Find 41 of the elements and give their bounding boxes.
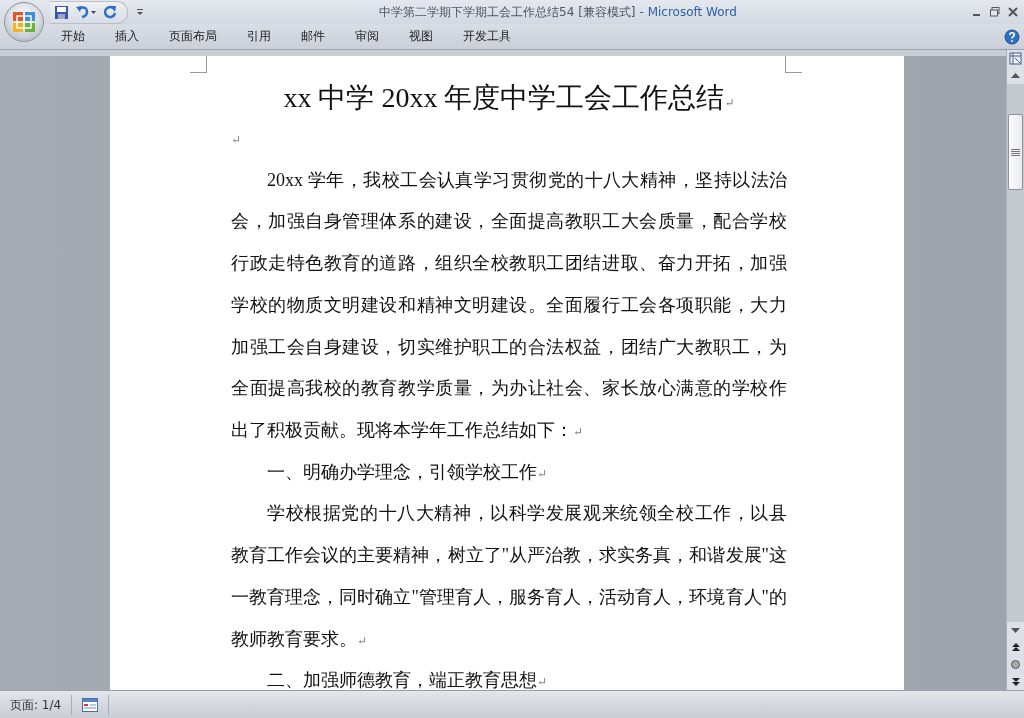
ribbon-tab[interactable]: 页面布局 bbox=[156, 24, 230, 50]
ribbon-tab[interactable]: 视图 bbox=[396, 24, 446, 50]
next-page-button[interactable] bbox=[1007, 673, 1024, 691]
window-title: 中学第二学期下学期工会工作总结54 [兼容模式] bbox=[379, 4, 636, 19]
office-button[interactable] bbox=[4, 2, 44, 42]
paragraph-mark: ↵ bbox=[231, 132, 243, 150]
customize-menu-icon[interactable] bbox=[136, 8, 144, 17]
ribbon-tab[interactable]: 邮件 bbox=[288, 24, 338, 50]
document-title: xx 中学 20xx 年度中学工会工作总结↵ bbox=[282, 81, 736, 116]
office-logo-icon bbox=[12, 10, 36, 34]
body-paragraph: 20xx 学年，我校工会认真学习贯彻党的十八大精神，坚持以法治会，加强自身管理体系的建设，全面提高教职工大会质量，配合学校行政走特色教育的道路，组织全校教职工团结进取、奋力开拓，加强学校的物质文明建设和精神文明建设。全面履行工会各项职能，大力加强工会自身建设，切实维护职工的合法权益，团结广大教职工，为全面提高我校的教育教学质量，为办让社会、家长放心满意的学校作出了积极贡献。现将本学年工作总结如下：↵ bbox=[231, 168, 787, 442]
page-count[interactable]: 页面: 1/4 bbox=[0, 694, 73, 715]
ruler-toggle-button[interactable] bbox=[1007, 50, 1024, 68]
close-icon[interactable] bbox=[1008, 7, 1018, 18]
grip-icon bbox=[1011, 148, 1020, 156]
ribbon-tab[interactable]: 开始 bbox=[48, 24, 98, 50]
proofing-icon[interactable] bbox=[82, 697, 99, 712]
scroll-up-button[interactable] bbox=[1007, 67, 1024, 85]
down-arrow-icon bbox=[1011, 628, 1020, 634]
crop-mark bbox=[190, 56, 207, 74]
undo-icon[interactable] bbox=[75, 5, 97, 20]
ruler-icon bbox=[1009, 52, 1022, 66]
ribbon-tab[interactable]: 引用 bbox=[234, 24, 284, 50]
crop-mark bbox=[785, 56, 802, 74]
save-icon[interactable] bbox=[54, 4, 69, 20]
section-heading: 二、加强师德教育，端正教育思想↵ bbox=[266, 669, 549, 691]
help-icon[interactable] bbox=[1004, 28, 1020, 45]
redo-icon[interactable] bbox=[103, 5, 117, 20]
restore-icon[interactable] bbox=[990, 7, 1000, 18]
scroll-thumb[interactable] bbox=[1008, 114, 1023, 191]
section-heading: 一、明确办学理念，引领学校工作↵ bbox=[266, 460, 549, 484]
ribbon-tab[interactable]: 审阅 bbox=[342, 24, 392, 50]
body-paragraph: 学校根据党的十八大精神，以科学发展观来统领全校工作，以县教育工作会议的主要精神，树立了"从严治教，求实务真，和谐发展"这一教育理念，同时确立"管理育人，服务育人，活动育人，环境育人"的教师教育要求。↵ bbox=[231, 502, 787, 651]
ribbon-tab[interactable]: 开发工具 bbox=[450, 24, 524, 50]
up-arrow-icon bbox=[1011, 73, 1020, 79]
double-up-arrow-icon bbox=[1011, 643, 1020, 653]
circle-icon bbox=[1011, 660, 1020, 670]
double-down-arrow-icon bbox=[1011, 677, 1020, 687]
ribbon-tab[interactable]: 插入 bbox=[102, 24, 152, 50]
scroll-down-button[interactable] bbox=[1007, 622, 1024, 640]
app-name: - Microsoft Word bbox=[639, 4, 737, 19]
